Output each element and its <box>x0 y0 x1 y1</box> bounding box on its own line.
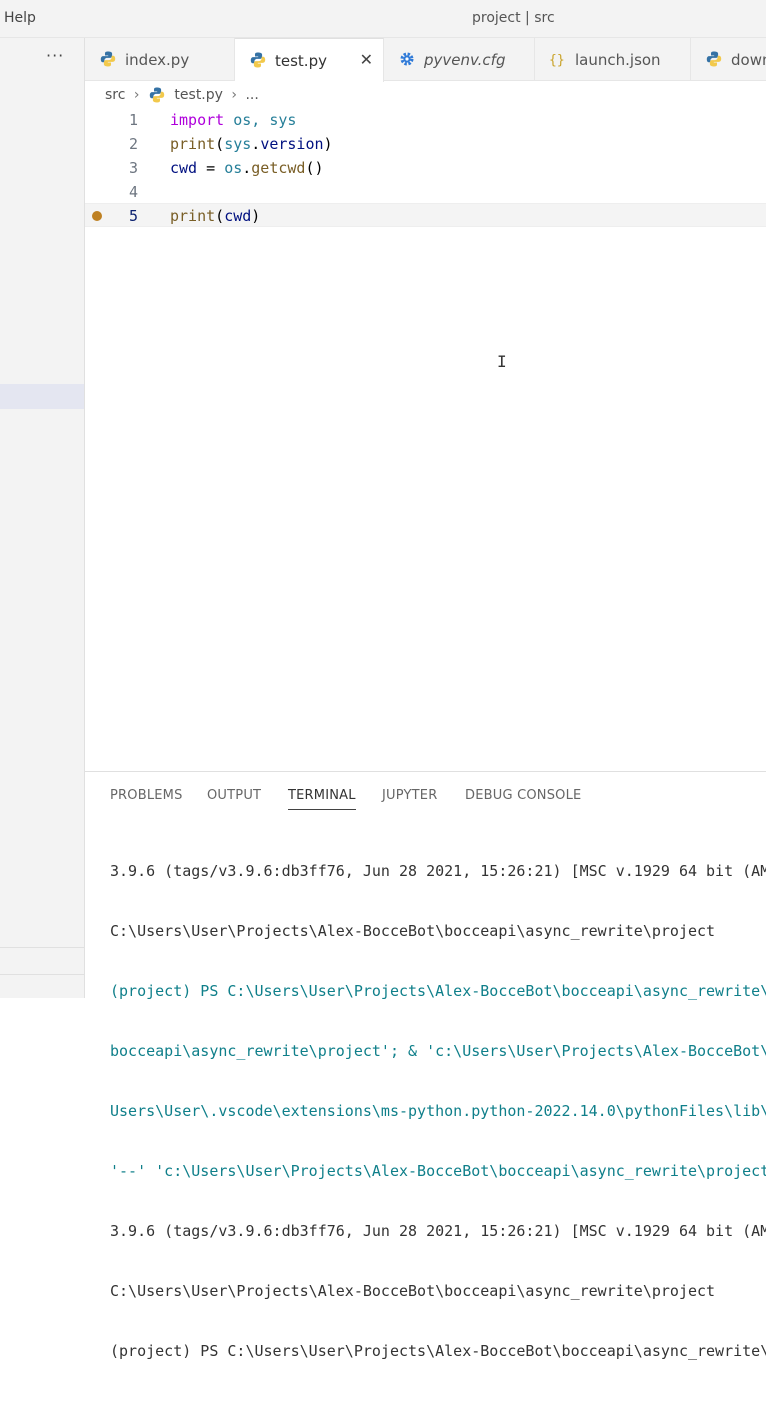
python-icon <box>706 51 722 67</box>
terminal-line: (project) PS C:\Users\User\Projects\Alex… <box>110 982 766 1000</box>
breadcrumb-file[interactable]: test.py <box>174 87 223 103</box>
terminal-line: bocceapi\async_rewrite\project'; & 'c:\U… <box>110 1042 766 1060</box>
terminal-line: C:\Users\User\Projects\Alex-BocceBot\boc… <box>110 922 716 940</box>
close-icon[interactable]: ✕ <box>360 50 373 69</box>
svg-text:{}: {} <box>549 53 565 68</box>
chevron-right-icon: › <box>133 87 140 103</box>
code-text: cwd = os.getcwd() <box>170 159 324 177</box>
code-text: import os, sys <box>170 111 297 129</box>
title-bar: Help project | src <box>0 0 766 38</box>
tab-label: test.py <box>275 52 327 70</box>
sidebar-divider <box>0 974 84 975</box>
bottom-panel: PROBLEMS OUTPUT TERMINAL JUPYTER DEBUG C… <box>85 771 766 1360</box>
sidebar-divider <box>0 947 84 948</box>
code-line[interactable]: 2 print(sys.version) <box>85 132 766 156</box>
terminal-line: 3.9.6 (tags/v3.9.6:db3ff76, Jun 28 2021,… <box>110 1222 766 1240</box>
code-text: print(cwd) <box>170 207 261 225</box>
line-number: 1 <box>128 111 138 129</box>
code-editor[interactable]: 1 import os, sys 2 print(sys.version) 3 … <box>85 108 766 768</box>
tab-index-py[interactable]: index.py <box>85 38 235 81</box>
json-icon: {} <box>549 53 565 68</box>
tab-test-py[interactable]: test.py ✕ <box>235 38 384 82</box>
code-line[interactable]: 1 import os, sys <box>85 108 766 132</box>
terminal-line: '--' 'c:\Users\User\Projects\Alex-BocceB… <box>110 1162 766 1180</box>
code-line[interactable]: 4 <box>85 180 766 204</box>
breadcrumb-symbols[interactable]: ... <box>245 87 258 103</box>
editor-tab-bar: index.py test.py ✕ pyvenv.cfg {} launch.… <box>85 38 766 82</box>
tab-output[interactable]: OUTPUT <box>207 788 261 803</box>
terminal-line: C:\Users\User\Projects\Alex-BocceBot\boc… <box>110 1282 716 1300</box>
code-line[interactable]: 3 cwd = os.getcwd() <box>85 156 766 180</box>
tab-down[interactable]: down <box>691 38 766 81</box>
line-number: 2 <box>128 135 138 153</box>
terminal-line: 3.9.6 (tags/v3.9.6:db3ff76, Jun 28 2021,… <box>110 862 766 880</box>
text-cursor-icon: I <box>497 352 507 371</box>
gear-icon <box>400 52 414 66</box>
explorer-selected-row[interactable] <box>0 384 84 409</box>
tab-problems[interactable]: PROBLEMS <box>110 788 183 803</box>
code-text: print(sys.version) <box>170 135 333 153</box>
explorer-sidebar: ··· <box>0 38 85 998</box>
window-title: project | src <box>472 10 555 26</box>
terminal-line: (project) PS C:\Users\User\Projects\Alex… <box>110 1342 766 1360</box>
chevron-right-icon: › <box>231 87 237 103</box>
terminal-output[interactable]: 3.9.6 (tags/v3.9.6:db3ff76, Jun 28 2021,… <box>110 821 766 1401</box>
breadcrumb-folder[interactable]: src <box>105 87 125 103</box>
menu-help[interactable]: Help <box>4 10 36 26</box>
more-actions-button[interactable]: ··· <box>46 46 64 65</box>
tab-terminal[interactable]: TERMINAL <box>288 788 356 810</box>
tab-debug-console[interactable]: DEBUG CONSOLE <box>465 788 581 803</box>
tab-jupyter[interactable]: JUPYTER <box>382 788 437 803</box>
tab-launch-json[interactable]: {} launch.json <box>535 38 691 81</box>
terminal-line: Users\User\.vscode\extensions\ms-python.… <box>110 1102 766 1120</box>
python-icon <box>100 51 116 67</box>
tab-pyvenv-cfg[interactable]: pyvenv.cfg <box>384 38 535 81</box>
python-icon <box>250 52 266 68</box>
tab-label: index.py <box>125 51 190 69</box>
line-number: 5 <box>128 207 138 225</box>
line-number: 3 <box>128 159 138 177</box>
tab-label: down <box>731 51 766 69</box>
python-icon <box>149 87 165 103</box>
tab-label: launch.json <box>575 51 661 69</box>
code-line-current[interactable]: 5 print(cwd) <box>85 203 766 227</box>
tab-label: pyvenv.cfg <box>424 51 506 69</box>
line-number: 4 <box>128 183 138 201</box>
breadcrumb: src › test.py › ... <box>105 86 259 104</box>
